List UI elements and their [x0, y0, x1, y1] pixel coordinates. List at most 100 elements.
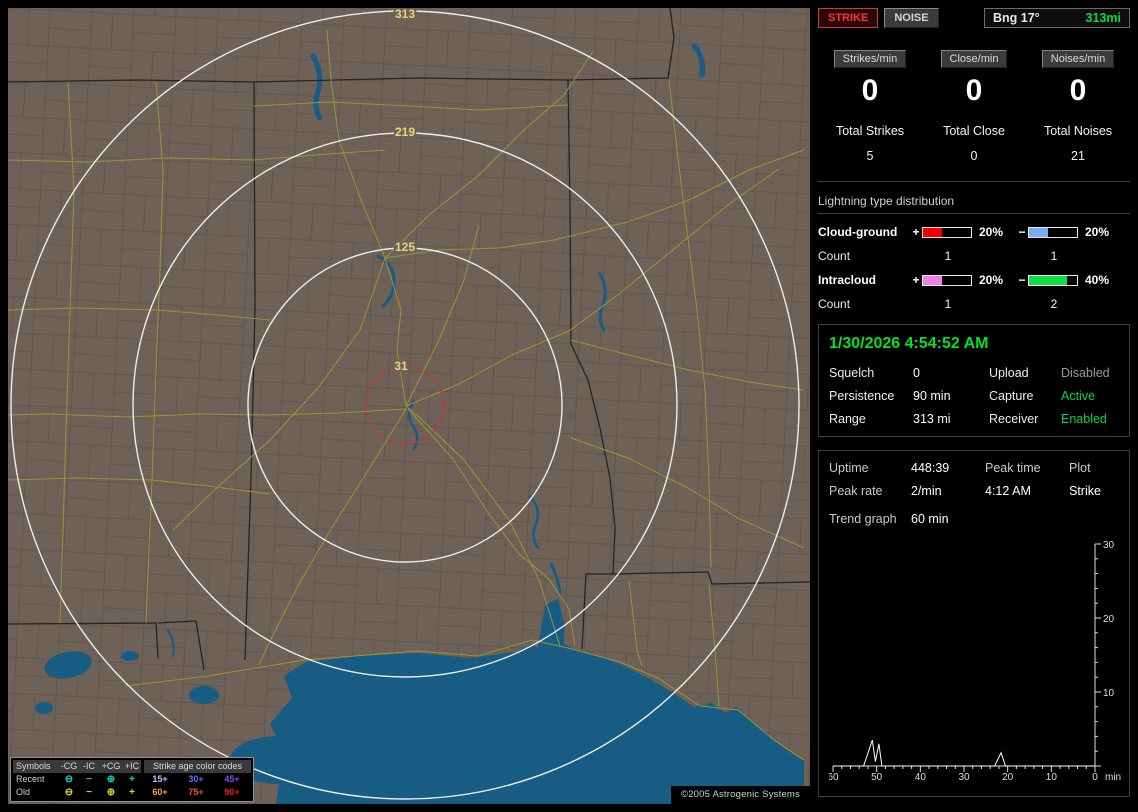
strikes-column: Strikes/min 0 Total Strikes 5 [818, 50, 922, 163]
persistence-value: 90 min [913, 389, 951, 403]
cg-positive-bar [922, 226, 972, 238]
clock-panel: 1/30/2026 4:54:52 AM Squelch 0 Upload Di… [818, 324, 1130, 437]
age-75: 75+ [188, 787, 204, 797]
mode-toolbar: STRIKE NOISE Bng 17° 313mi [818, 8, 1130, 28]
close-per-min-header: Close/min [940, 50, 1008, 68]
close-column: Close/min 0 Total Close 0 [922, 50, 1026, 163]
peak-rate-value: 2/min [911, 484, 942, 498]
capture-label: Capture [989, 389, 1034, 403]
total-strikes-label: Total Strikes [835, 124, 905, 138]
svg-text:60: 60 [829, 772, 839, 783]
status-panel: Uptime 448:39 Peak time Plot Peak rate 2… [818, 450, 1130, 797]
neg-cg-symbol-recent: ⊖ [64, 774, 74, 785]
receiver-status: Enabled [1061, 412, 1107, 426]
minus-sign: − [1018, 273, 1026, 287]
intracloud-label: Intracloud [818, 273, 877, 287]
squelch-value: 0 [913, 366, 920, 380]
plot-label: Plot [1069, 461, 1091, 475]
range-ring-label-31: 31 [394, 359, 408, 373]
trend-chart: 10 20 30 60 50 40 30 20 10 0 min [829, 540, 1121, 783]
distribution-title: Lightning type distribution [818, 194, 1130, 214]
rate-stats: Strikes/min 0 Total Strikes 5 Close/min … [818, 50, 1130, 163]
legend-age-header: Strike age color codes [144, 760, 251, 773]
peak-rate-label: Peak rate [829, 484, 883, 498]
noises-per-min-header: Noises/min [1041, 50, 1115, 68]
persistence-label: Persistence [829, 389, 895, 403]
separator [818, 181, 1130, 182]
range-value: 313mi [1085, 11, 1121, 25]
ic-positive-bar [922, 274, 972, 286]
neg-cg-symbol-old: ⊖ [64, 787, 74, 798]
strikes-per-min-header: Strikes/min [833, 50, 907, 68]
age-90: 90+ [224, 787, 240, 797]
age-15: 15+ [152, 774, 168, 784]
legend-row-old: Old ⊖ − ⊕ + 60+ 75+ 90+ [13, 786, 251, 799]
strikes-per-min-value: 0 [861, 74, 879, 107]
svg-text:10: 10 [1046, 772, 1058, 783]
pos-ic-symbol-old: + [129, 787, 135, 798]
strike-mode-button[interactable]: STRIKE [818, 8, 879, 28]
age-60: 60+ [152, 787, 168, 797]
cloud-ground-label: Cloud-ground [818, 225, 898, 239]
range-setting-value: 313 mi [913, 412, 951, 426]
svg-text:20: 20 [1103, 614, 1115, 625]
receiver-label: Receiver [989, 412, 1039, 426]
pos-ic-symbol-recent: + [129, 774, 135, 785]
svg-text:10: 10 [1103, 688, 1115, 699]
bearing-value: Bng 17° [993, 11, 1040, 25]
legend-row-label: Recent [16, 774, 45, 784]
peak-time-value: 4:12 AM [985, 484, 1031, 498]
legend-col-pos-cg: +CG [99, 760, 123, 773]
svg-text:40: 40 [915, 772, 927, 783]
copyright-text: ©2005 Astrogenic Systems [671, 786, 810, 804]
upload-label: Upload [989, 366, 1029, 380]
svg-text:min: min [1105, 772, 1121, 783]
lightning-map[interactable]: 313 219 125 31 Symbols -CG -IC +CG +IC S… [8, 8, 810, 804]
distribution-section: Lightning type distribution Cloud-ground… [818, 194, 1130, 311]
range-ring-label-125: 125 [395, 240, 415, 254]
total-close-value: 0 [970, 149, 978, 163]
svg-text:50: 50 [871, 772, 883, 783]
squelch-label: Squelch [829, 366, 875, 380]
cg-negative-pct: 20% [1085, 225, 1110, 239]
age-30: 30+ [188, 774, 204, 784]
pos-cg-symbol-recent: ⊕ [106, 774, 116, 785]
ic-negative-bar [1028, 274, 1078, 286]
minus-sign: − [1018, 225, 1026, 239]
pos-cg-symbol-old: ⊕ [106, 787, 116, 798]
ic-negative-count: 2 [1050, 297, 1058, 311]
sidebar: STRIKE NOISE Bng 17° 313mi Strikes/min 0… [818, 8, 1130, 804]
total-noises-label: Total Noises [1043, 124, 1113, 138]
cg-positive-count: 1 [944, 249, 952, 263]
trend-graph-label: Trend graph [829, 512, 897, 526]
range-ring-label-313: 313 [395, 8, 415, 21]
peak-time-label: Peak time [985, 461, 1041, 475]
total-strikes-value: 5 [866, 149, 874, 163]
range-setting-label: Range [829, 412, 866, 426]
neg-ic-symbol-recent: − [86, 774, 92, 785]
legend-row-label: Old [16, 787, 31, 797]
legend-col-neg-cg: -CG [59, 760, 79, 773]
trend-window-value: 60 min [911, 512, 949, 526]
bearing-range-box: Bng 17° 313mi [984, 8, 1130, 28]
total-noises-value: 21 [1071, 149, 1085, 163]
legend-col-pos-ic: +IC [123, 760, 141, 773]
age-45: 45+ [224, 774, 240, 784]
cg-negative-bar [1028, 226, 1078, 238]
cg-negative-count: 1 [1050, 249, 1058, 263]
plus-sign: + [912, 225, 920, 239]
noises-per-min-value: 0 [1069, 74, 1087, 107]
datetime-display: 1/30/2026 4:54:52 AM [829, 335, 989, 352]
svg-text:20: 20 [1002, 772, 1014, 783]
map-canvas: 313 219 125 31 [8, 8, 810, 804]
svg-text:30: 30 [1103, 540, 1115, 551]
map-legend: Symbols -CG -IC +CG +IC Strike age color… [10, 757, 254, 802]
count-label: Count [818, 249, 851, 263]
ic-negative-pct: 40% [1085, 273, 1110, 287]
ic-positive-pct: 20% [979, 273, 1004, 287]
close-per-min-value: 0 [965, 74, 983, 107]
uptime-value: 448:39 [911, 461, 950, 475]
noise-mode-button[interactable]: NOISE [884, 8, 939, 28]
capture-status: Active [1061, 389, 1096, 403]
plus-sign: + [912, 273, 920, 287]
